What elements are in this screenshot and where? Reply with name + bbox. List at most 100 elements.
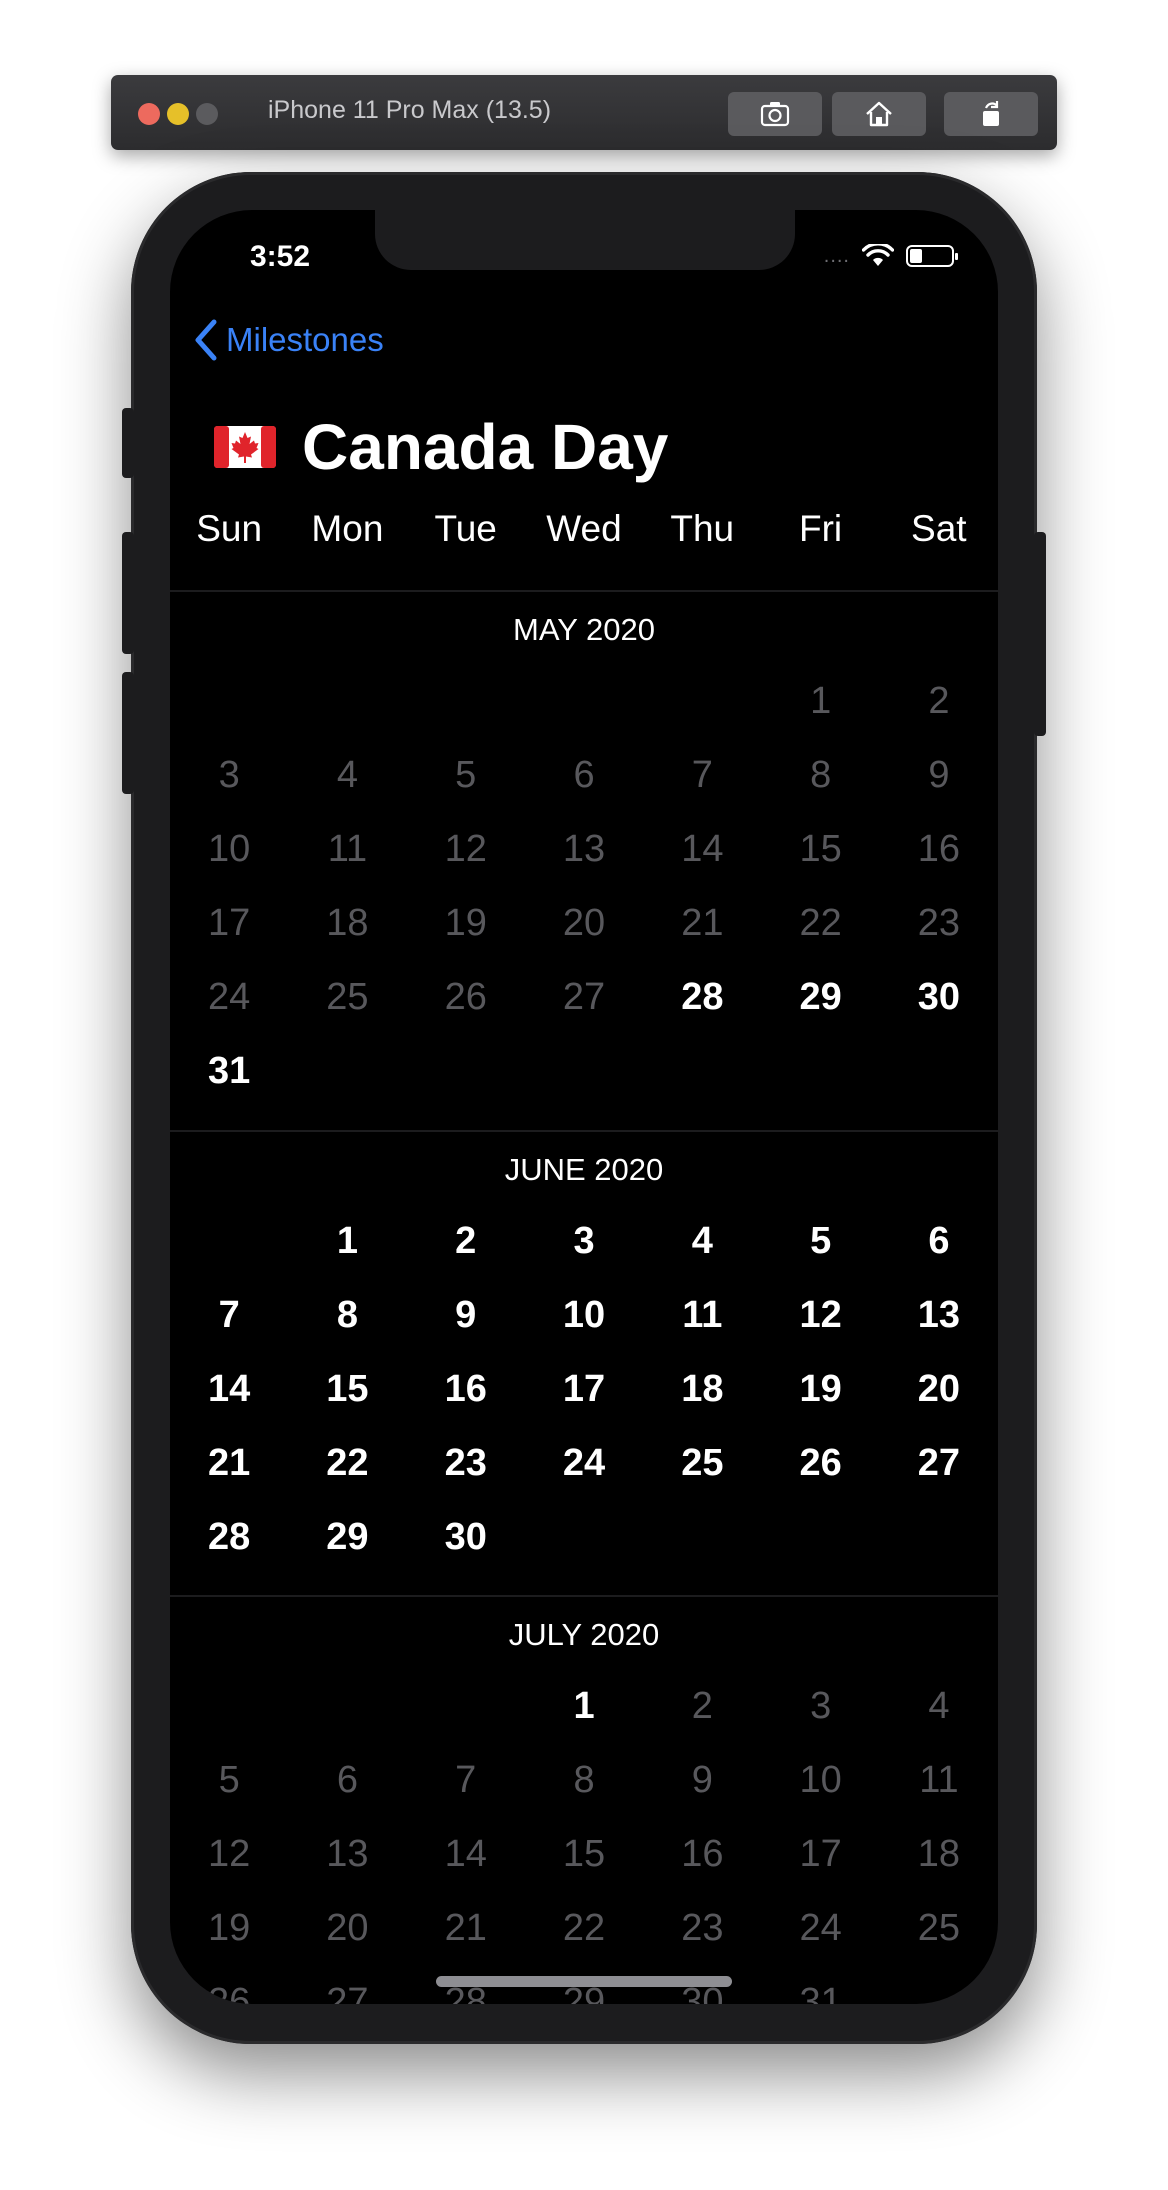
calendar-day[interactable]: 21 [407,1907,525,1950]
calendar-day[interactable]: 3 [525,1220,643,1263]
calendar-day[interactable]: 4 [643,1220,761,1263]
calendar-day[interactable]: 6 [288,1759,406,1802]
calendar-day[interactable]: 4 [880,1685,998,1728]
calendar-day[interactable]: 26 [170,1981,288,2004]
calendar-day[interactable]: 1 [525,1685,643,1728]
zoom-window-button[interactable] [196,103,218,125]
calendar-day[interactable]: 25 [643,1442,761,1485]
calendar-day[interactable]: 12 [407,828,525,871]
calendar-day[interactable]: 22 [525,1907,643,1950]
calendar-day[interactable]: 25 [880,1907,998,1950]
calendar-day[interactable]: 11 [643,1294,761,1337]
calendar-day[interactable]: 2 [407,1220,525,1263]
status-time: 3:52 [250,240,311,273]
calendar-day[interactable]: 30 [407,1516,525,1559]
home-button[interactable] [832,92,926,136]
calendar-day[interactable]: 17 [170,902,288,945]
calendar-day[interactable]: 16 [880,828,998,871]
calendar-day[interactable]: 19 [407,902,525,945]
power-button [1034,532,1046,736]
calendar-day[interactable]: 15 [762,828,880,871]
calendar-day[interactable]: 31 [762,1981,880,2004]
calendar-day[interactable]: 5 [170,1759,288,1802]
calendar-day[interactable]: 20 [288,1907,406,1950]
calendar-day[interactable]: 23 [407,1442,525,1485]
calendar-day[interactable]: 16 [407,1368,525,1411]
calendar-day[interactable]: 17 [525,1368,643,1411]
calendar-day[interactable]: 9 [407,1294,525,1337]
calendar-day[interactable]: 9 [880,754,998,797]
calendar-day[interactable]: 31 [170,1050,288,1093]
calendar-day[interactable]: 28 [643,976,761,1019]
calendar-day[interactable]: 20 [525,902,643,945]
back-button[interactable]: Milestones [192,318,384,362]
calendar-day[interactable]: 3 [762,1685,880,1728]
calendar-day[interactable]: 26 [762,1442,880,1485]
calendar-day[interactable]: 24 [525,1442,643,1485]
calendar-day[interactable]: 13 [880,1294,998,1337]
calendar-day[interactable]: 6 [880,1220,998,1263]
calendar-day[interactable]: 29 [762,976,880,1019]
calendar-day[interactable]: 24 [170,976,288,1019]
calendar-day[interactable]: 7 [170,1294,288,1337]
calendar-day[interactable]: 8 [288,1294,406,1337]
calendar-day[interactable]: 21 [643,902,761,945]
calendar-day[interactable]: 28 [170,1516,288,1559]
calendar-day[interactable]: 15 [288,1368,406,1411]
calendar-day[interactable]: 12 [170,1833,288,1876]
close-window-button[interactable] [138,103,160,125]
screenshot-button[interactable] [728,92,822,136]
calendar-day[interactable]: 13 [525,828,643,871]
calendar-day[interactable]: 5 [762,1220,880,1263]
home-indicator[interactable] [436,1976,732,1987]
calendar-day[interactable]: 7 [407,1759,525,1802]
calendar-day[interactable]: 2 [880,680,998,723]
calendar-day[interactable]: 17 [762,1833,880,1876]
calendar-day[interactable]: 5 [407,754,525,797]
rotate-button[interactable] [944,92,1038,136]
calendar-day[interactable]: 13 [288,1833,406,1876]
calendar-day[interactable]: 1 [288,1220,406,1263]
calendar-day[interactable]: 18 [643,1368,761,1411]
calendar-day[interactable]: 14 [407,1833,525,1876]
calendar-day[interactable]: 11 [288,828,406,871]
calendar-day[interactable]: 4 [288,754,406,797]
calendar-day[interactable]: 9 [643,1759,761,1802]
minimize-window-button[interactable] [167,103,189,125]
calendar-day[interactable]: 22 [288,1442,406,1485]
calendar-day[interactable]: 11 [880,1759,998,1802]
calendar-day[interactable]: 10 [170,828,288,871]
calendar-day[interactable]: 21 [170,1442,288,1485]
calendar-day[interactable]: 20 [880,1368,998,1411]
calendar-day[interactable]: 1 [762,680,880,723]
calendar-day[interactable]: 19 [170,1907,288,1950]
calendar-day[interactable]: 27 [525,976,643,1019]
calendar-day[interactable]: 15 [525,1833,643,1876]
calendar-day[interactable]: 6 [525,754,643,797]
calendar-day[interactable]: 14 [643,828,761,871]
calendar-day[interactable]: 23 [880,902,998,945]
calendar-day[interactable]: 14 [170,1368,288,1411]
calendar-day[interactable]: 27 [880,1442,998,1485]
calendar-day[interactable]: 18 [880,1833,998,1876]
calendar-day[interactable]: 12 [762,1294,880,1337]
mute-switch [122,408,134,478]
calendar-day[interactable]: 23 [643,1907,761,1950]
calendar-day[interactable]: 2 [643,1685,761,1728]
calendar-day[interactable]: 25 [288,976,406,1019]
calendar-day[interactable]: 26 [407,976,525,1019]
calendar-day[interactable]: 3 [170,754,288,797]
calendar-day[interactable]: 27 [288,1981,406,2004]
calendar-day[interactable]: 30 [880,976,998,1019]
calendar-day[interactable]: 10 [762,1759,880,1802]
calendar-day[interactable]: 16 [643,1833,761,1876]
calendar-day[interactable]: 29 [288,1516,406,1559]
calendar-day[interactable]: 8 [525,1759,643,1802]
calendar-day[interactable]: 8 [762,754,880,797]
calendar-day[interactable]: 10 [525,1294,643,1337]
calendar-day[interactable]: 19 [762,1368,880,1411]
calendar-day[interactable]: 22 [762,902,880,945]
calendar-day[interactable]: 18 [288,902,406,945]
calendar-day[interactable]: 7 [643,754,761,797]
calendar-day[interactable]: 24 [762,1907,880,1950]
